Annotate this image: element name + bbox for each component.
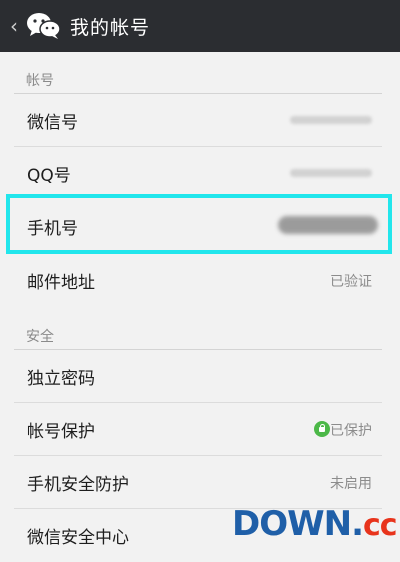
lock-icon — [314, 421, 330, 437]
section-header-security: 安全 — [0, 316, 400, 350]
email-status: 已验证 — [330, 274, 372, 290]
phone-security-status: 未启用 — [330, 476, 372, 492]
row-independent-password[interactable]: 独立密码 — [0, 350, 400, 403]
protection-status: 已保护 — [330, 423, 372, 439]
back-button[interactable]: ‹ — [4, 0, 24, 52]
wechat-logo-icon — [26, 11, 62, 41]
title-bar: ‹ 我的帐号 — [0, 0, 400, 52]
page-title: 我的帐号 — [70, 16, 151, 39]
row-label: 微信安全中心 — [27, 528, 129, 548]
section-header-account: 帐号 — [0, 60, 400, 94]
row-account-protection[interactable]: 帐号保护 已保护 — [0, 403, 400, 456]
watermark-logo: DOWN.cc — [232, 502, 398, 546]
section-label: 安全 — [26, 329, 54, 345]
row-phone[interactable]: 手机号 — [0, 200, 400, 253]
row-label: 帐号保护 — [27, 422, 95, 442]
row-email[interactable]: 邮件地址 已验证 — [0, 254, 400, 307]
row-qq-id[interactable]: QQ号 — [0, 147, 400, 200]
section-label: 帐号 — [26, 73, 54, 89]
chevron-left-icon: ‹ — [10, 14, 18, 38]
redacted-value — [278, 216, 378, 234]
watermark-text: DOWN.cc — [232, 504, 398, 544]
row-label: 独立密码 — [27, 369, 95, 389]
row-label: 手机安全防护 — [27, 475, 129, 495]
redacted-value — [290, 169, 372, 177]
row-wechat-id[interactable]: 微信号 — [0, 94, 400, 147]
redacted-value — [290, 116, 372, 124]
row-label: 微信号 — [27, 113, 78, 133]
row-label: QQ号 — [27, 166, 71, 186]
row-label: 邮件地址 — [27, 273, 95, 293]
row-label: 手机号 — [27, 219, 78, 239]
